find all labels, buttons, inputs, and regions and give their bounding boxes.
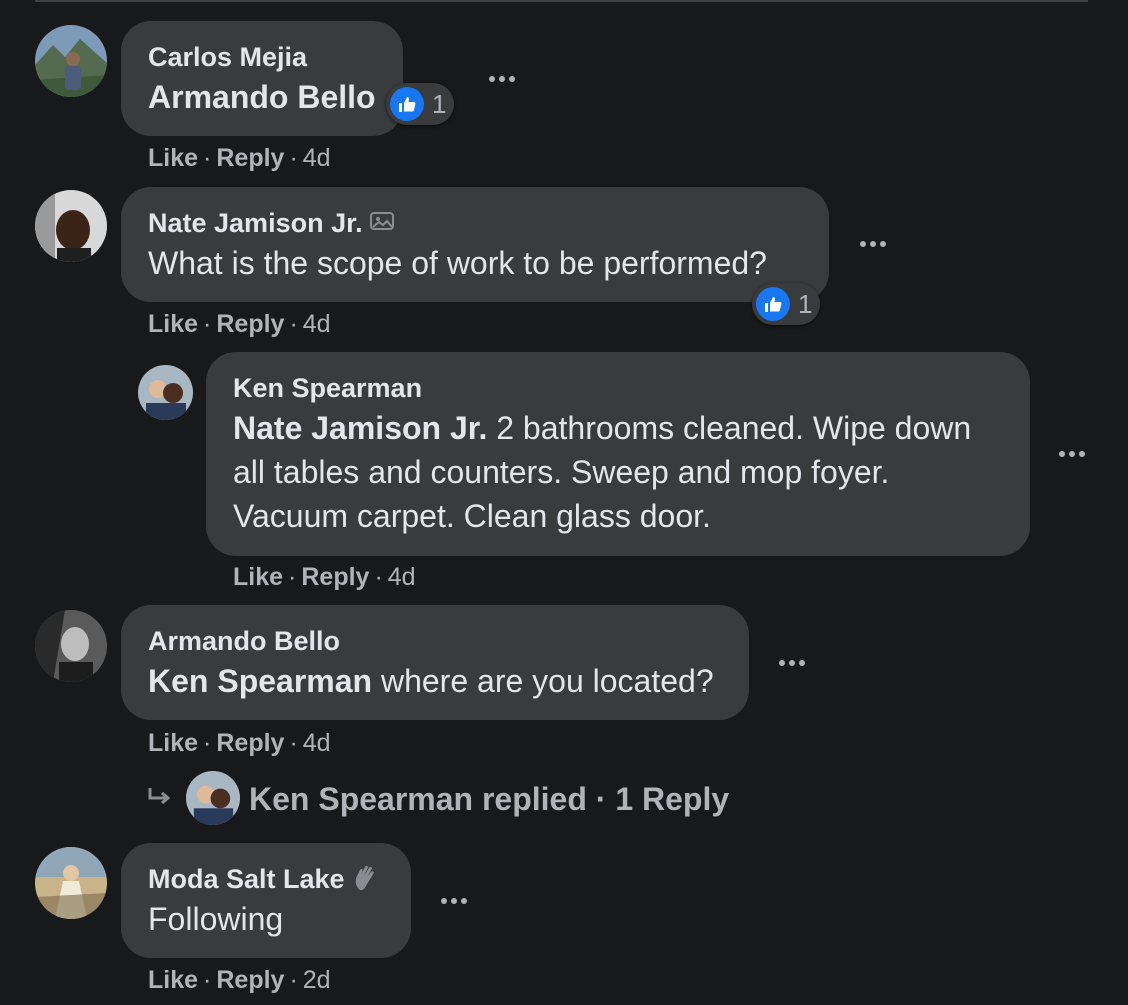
reply-link[interactable]: Reply xyxy=(216,729,284,757)
like-link[interactable]: Like xyxy=(148,310,198,338)
photo-badge-icon xyxy=(369,212,394,230)
comment-text: What is the scope of work to be performe… xyxy=(148,245,767,281)
avatar-carlos-mejia[interactable] xyxy=(35,25,107,97)
mention-link[interactable]: Armando Bello xyxy=(148,79,376,115)
reply-link[interactable]: Reply xyxy=(216,310,284,338)
view-replies-link[interactable]: Ken Spearman replied · 1 Reply xyxy=(249,781,729,818)
reply-link[interactable]: Reply xyxy=(216,144,284,172)
reaction-count: 1 xyxy=(432,88,447,119)
reply-link[interactable]: Reply xyxy=(301,563,369,591)
timestamp[interactable]: 4d xyxy=(388,563,416,591)
avatar-moda-salt-lake[interactable] xyxy=(35,847,107,919)
reaction-count: 1 xyxy=(798,288,813,319)
more-options-icon[interactable] xyxy=(1052,444,1092,464)
comment-text: Ken Spearman where are you located? xyxy=(148,663,714,699)
comment-bubble-nate-jamison: Nate Jamison Jr. What is the scope of wo… xyxy=(121,187,829,302)
top-divider xyxy=(35,0,1088,2)
comment-bubble-carlos-mejia: Carlos Mejia Armando Bello xyxy=(121,21,403,136)
avatar-ken-spearman-small[interactable] xyxy=(186,771,240,825)
avatar-nate-jamison[interactable] xyxy=(35,190,107,262)
comment-actions: Like · Reply · 4d xyxy=(148,310,331,338)
timestamp[interactable]: 4d xyxy=(303,144,331,172)
thumbs-up-icon xyxy=(756,287,790,321)
comment-actions: Like · Reply · 2d xyxy=(148,966,331,994)
thumbs-up-icon xyxy=(390,87,424,121)
more-options-icon[interactable] xyxy=(772,653,812,673)
comment-text: Following xyxy=(148,901,284,937)
like-link[interactable]: Like xyxy=(148,966,198,994)
more-options-icon[interactable] xyxy=(482,69,522,89)
like-link[interactable]: Like xyxy=(233,563,283,591)
reaction-summary[interactable]: 1 xyxy=(752,283,821,325)
comment-bubble-ken-spearman: Ken Spearman Nate Jamison Jr. 2 bathroom… xyxy=(206,352,1030,556)
comment-text: Nate Jamison Jr. 2 bathrooms cleaned. Wi… xyxy=(233,410,972,534)
comment-author[interactable]: Moda Salt Lake xyxy=(148,861,384,897)
comment-actions: Like · Reply · 4d xyxy=(233,563,416,591)
more-options-icon[interactable] xyxy=(434,891,474,911)
comment-bubble-moda-salt-lake: Moda Salt Lake Following xyxy=(121,843,411,958)
reaction-summary[interactable]: 1 xyxy=(386,83,455,125)
mention-link[interactable]: Nate Jamison Jr. xyxy=(233,410,487,446)
more-options-icon[interactable] xyxy=(853,234,893,254)
timestamp[interactable]: 4d xyxy=(303,310,331,338)
comment-text: Armando Bello xyxy=(148,75,376,119)
comment-author[interactable]: Carlos Mejia xyxy=(148,39,376,75)
comment-bubble-armando-bello: Armando Bello Ken Spearman where are you… xyxy=(121,605,749,720)
timestamp[interactable]: 4d xyxy=(303,729,331,757)
like-link[interactable]: Like xyxy=(148,144,198,172)
comment-author[interactable]: Ken Spearman xyxy=(233,370,1003,406)
avatar-ken-spearman[interactable] xyxy=(138,365,193,420)
reply-arrow-icon xyxy=(148,788,171,805)
mention-link[interactable]: Ken Spearman xyxy=(148,663,372,699)
comment-actions: Like · Reply · 4d xyxy=(148,144,331,172)
comment-actions: Like · Reply · 4d xyxy=(148,729,331,757)
comment-author[interactable]: Nate Jamison Jr. xyxy=(148,205,802,241)
reply-link[interactable]: Reply xyxy=(216,966,284,994)
timestamp[interactable]: 2d xyxy=(303,966,331,994)
avatar-armando-bello[interactable] xyxy=(35,610,107,682)
wave-hand-icon xyxy=(355,865,374,891)
like-link[interactable]: Like xyxy=(148,729,198,757)
comment-author[interactable]: Armando Bello xyxy=(148,623,722,659)
